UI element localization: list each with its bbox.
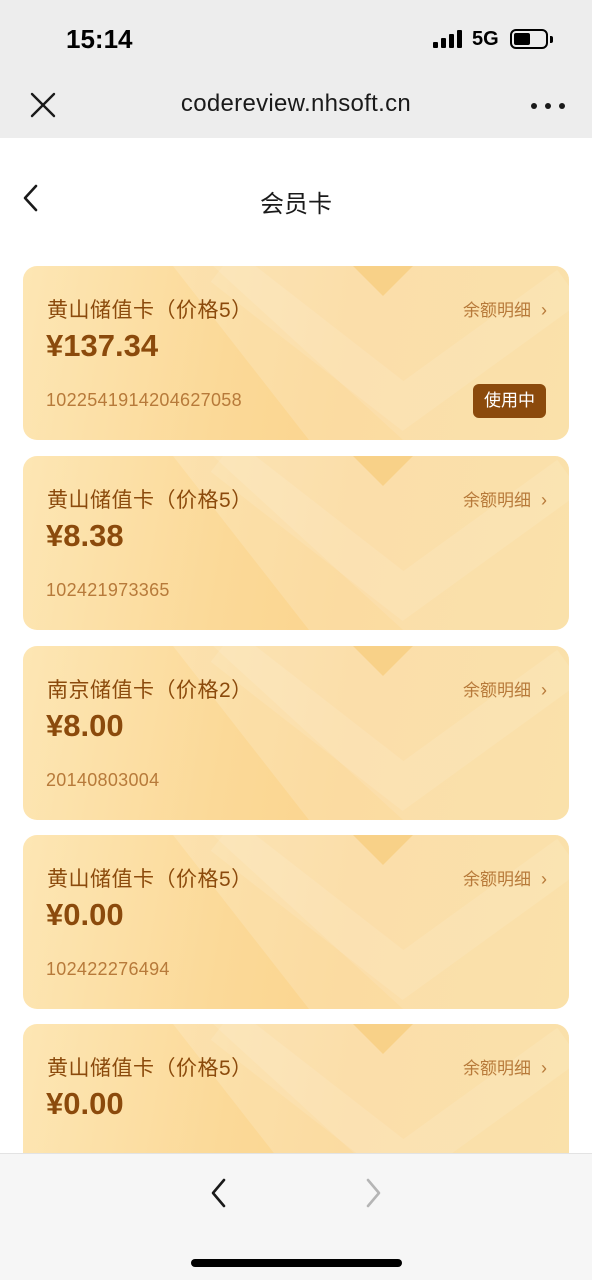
card-name: 黄山储值卡（价格5） [47,489,253,512]
card-balance: ¥137.34 [46,328,159,363]
balance-detail-label: 余额明细 [463,491,531,510]
balance-detail-link[interactable]: 余额明细 › [463,865,547,890]
card-balance: ¥8.00 [46,708,124,743]
status-bar: 15:14 5G [0,0,592,74]
card-balance: ¥8.38 [46,518,124,553]
bottom-nav-bar [0,1153,592,1280]
more-icon[interactable] [531,94,567,118]
balance-detail-link[interactable]: 余额明细 › [463,676,547,701]
status-time: 15:14 [66,24,133,54]
card-number: 20140803004 [46,770,160,790]
card-balance: ¥0.00 [46,1086,124,1121]
balance-detail-label: 余额明细 [463,301,531,320]
signal-icon [433,30,463,48]
member-card[interactable]: 南京储值卡（价格2） ¥8.00 20140803004 余额明细 › [23,646,569,820]
browser-bar: codereview.nhsoft.cn [0,74,592,138]
balance-detail-label: 余额明细 [463,681,531,700]
card-name: 黄山储值卡（价格5） [47,1057,253,1080]
network-label: 5G [472,28,499,50]
member-card[interactable]: 黄山储值卡（价格5） ¥137.34 1022541914204627058 余… [23,266,569,440]
chevron-left-icon[interactable] [206,1176,232,1210]
in-use-badge: 使用中 [473,384,546,418]
balance-detail-link[interactable]: 余额明细 › [463,486,547,511]
chevron-right-icon: › [541,300,547,320]
card-balance: ¥0.00 [46,897,124,932]
chevron-right-icon: › [541,490,547,510]
card-name: 黄山储值卡（价格5） [47,299,253,322]
chevron-right-icon[interactable] [360,1176,386,1210]
card-number: 102421973365 [46,580,170,600]
member-card[interactable]: 黄山储值卡（价格5） ¥0.00 102422276494 余额明细 › [23,835,569,1009]
page-header: 会员卡 [0,138,592,260]
home-indicator [191,1259,402,1267]
member-card[interactable]: 黄山储值卡（价格5） ¥8.38 102421973365 余额明细 › [23,456,569,630]
card-number: 102422276494 [46,959,170,979]
member-card[interactable]: 黄山储值卡（价格5） ¥0.00 余额明细 › [23,1024,569,1153]
card-list[interactable]: 黄山储值卡（价格5） ¥137.34 1022541914204627058 余… [0,260,592,1153]
balance-detail-label: 余额明细 [463,1059,531,1078]
url-text[interactable]: codereview.nhsoft.cn [0,90,592,118]
balance-detail-link[interactable]: 余额明细 › [463,296,547,321]
balance-detail-link[interactable]: 余额明细 › [463,1054,547,1079]
chevron-right-icon: › [541,680,547,700]
chevron-right-icon: › [541,1058,547,1078]
battery-icon [510,29,553,49]
card-name: 南京储值卡（价格2） [47,679,253,702]
page-title: 会员卡 [260,191,332,218]
card-name: 黄山储值卡（价格5） [47,868,253,891]
chevron-right-icon: › [541,869,547,889]
card-number: 1022541914204627058 [46,390,242,410]
balance-detail-label: 余额明细 [463,870,531,889]
